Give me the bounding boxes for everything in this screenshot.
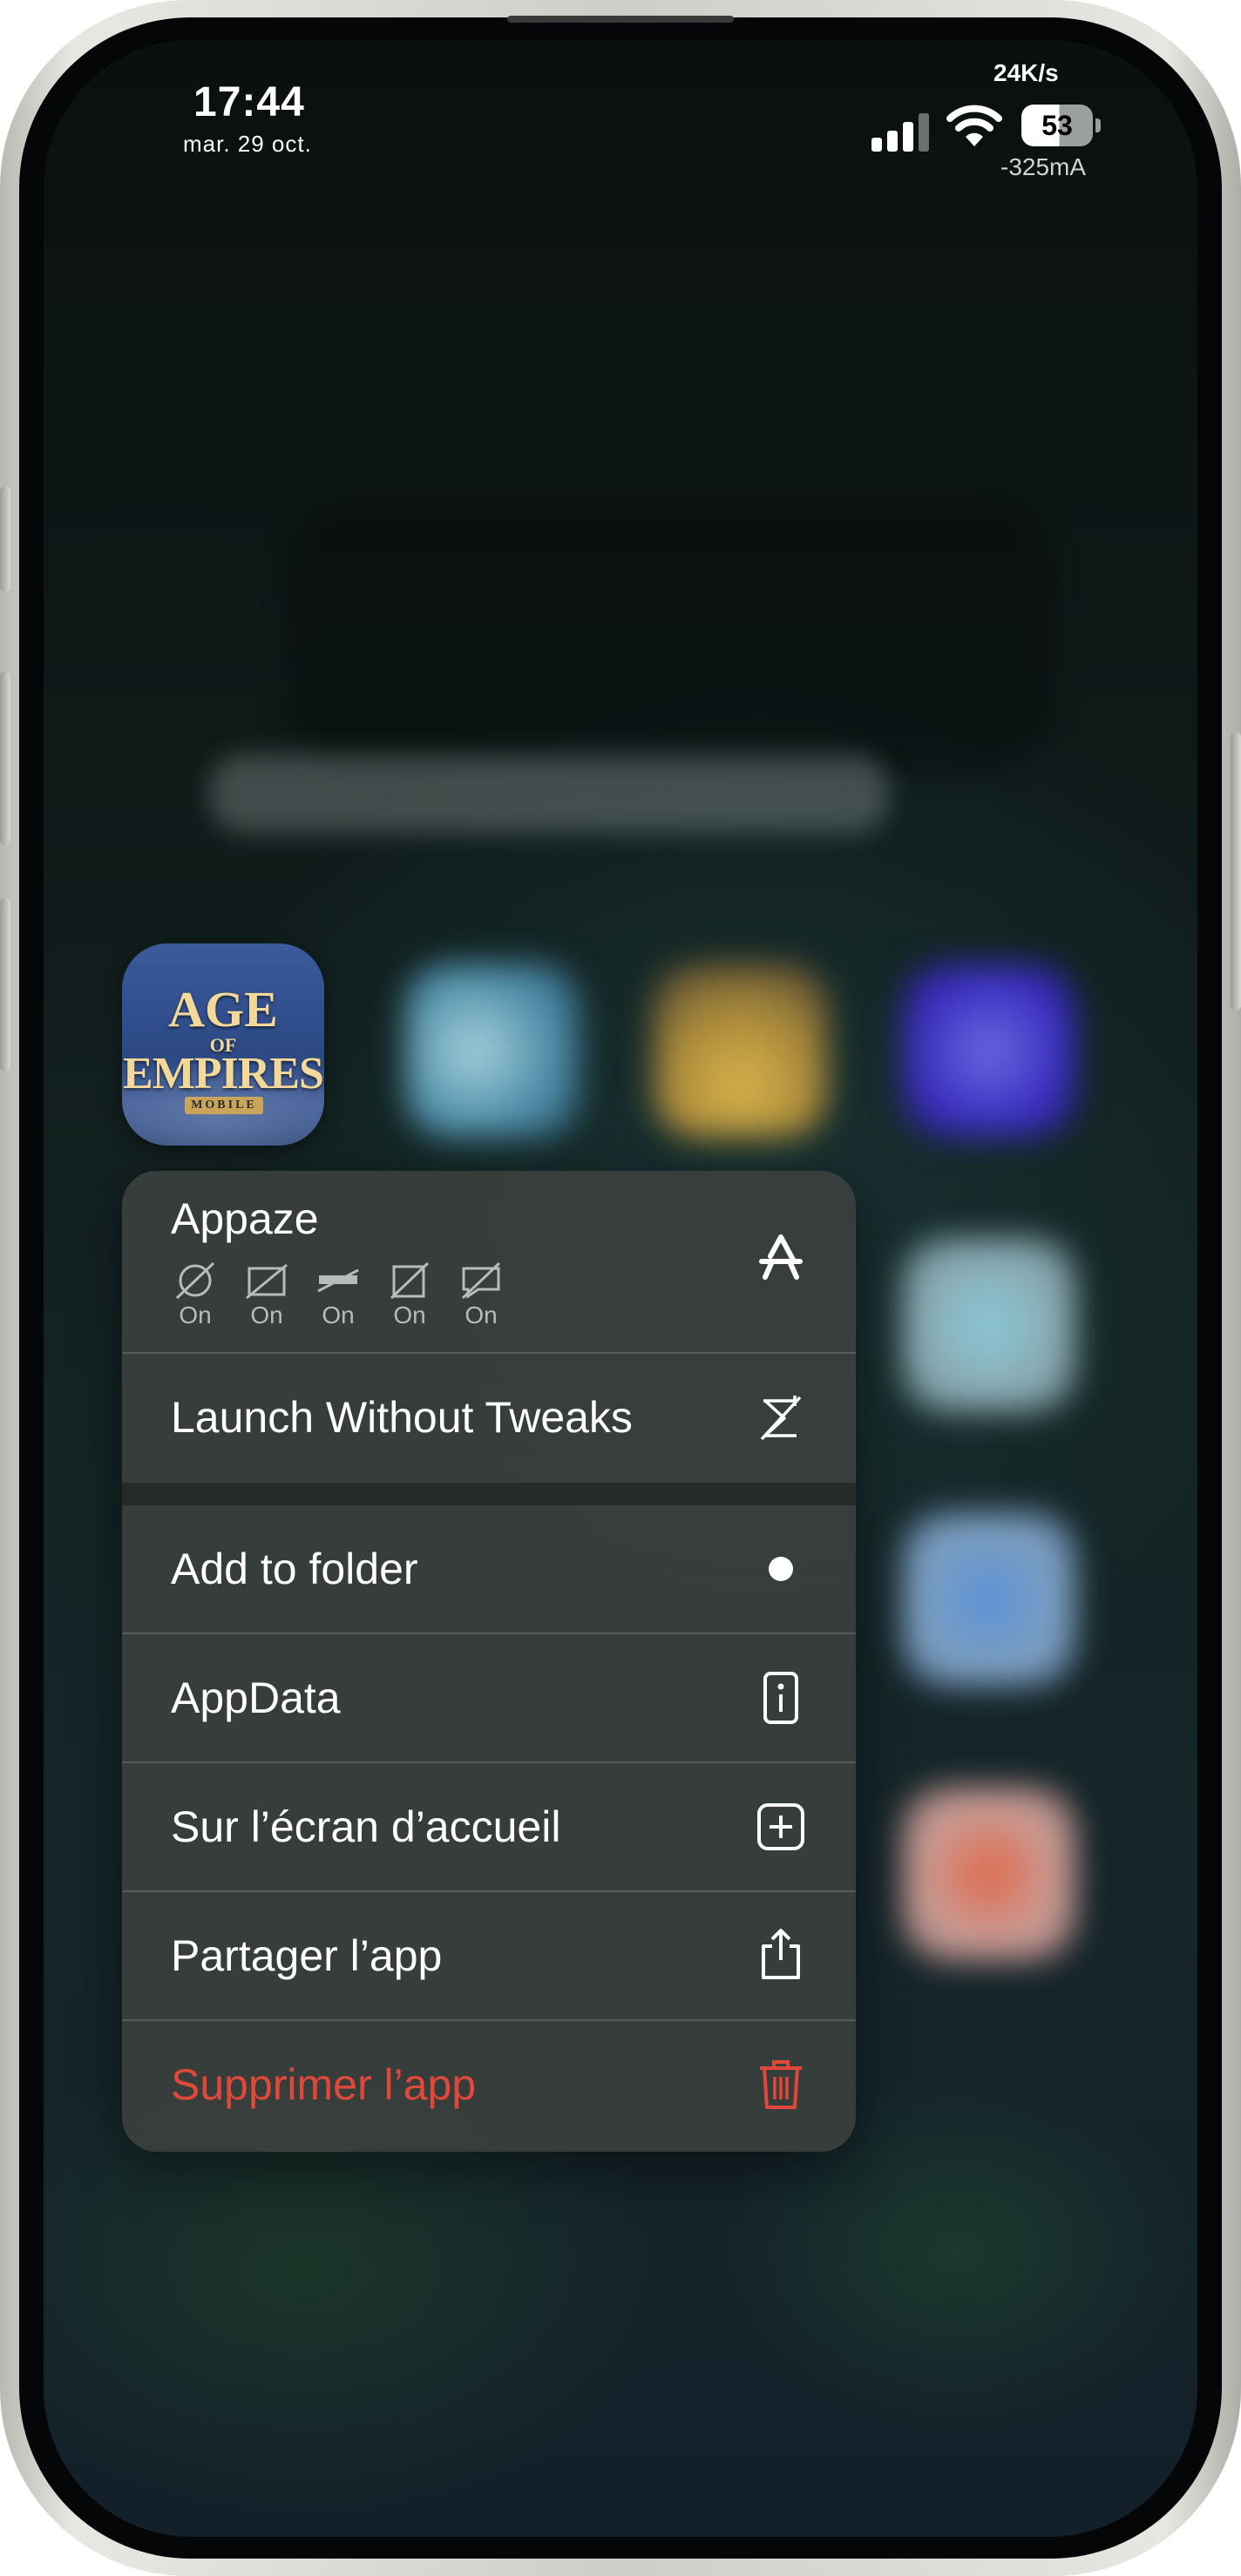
appdata-item[interactable]: AppData	[122, 1634, 856, 1761]
age-of-empires-mobile-icon[interactable]: AGE OF EMPIRES MOBILE	[122, 943, 324, 1146]
blurred-app-icon	[902, 1787, 1076, 1961]
battery-icon: 53	[1021, 105, 1101, 146]
action-button	[0, 486, 10, 592]
network-speed: 24K/s	[993, 59, 1059, 86]
launch-without-tweaks-item[interactable]: Launch Without Tweaks	[122, 1354, 856, 1483]
appaze-title: Appaze	[171, 1194, 319, 1243]
plus-square-icon	[757, 1803, 804, 1850]
status-bar: 17:44 mar. 29 oct. 24K/s 53 -325mA	[44, 40, 1197, 214]
tweak-states: On On On On On	[171, 1261, 505, 1329]
share-app-label: Partager l’app	[171, 1931, 443, 1980]
menu-group-separator	[122, 1483, 856, 1505]
status-date: mar. 29 oct.	[183, 131, 312, 157]
info-icon	[763, 1672, 798, 1724]
blurred-widget	[288, 493, 1055, 772]
tweak-state: On	[322, 1302, 355, 1329]
tweaks-off-icon	[760, 1396, 802, 1441]
tweak-toggle[interactable]: On	[171, 1261, 220, 1329]
blurred-widget-title	[209, 754, 889, 833]
delete-app-item[interactable]: Supprimer l’app	[122, 2021, 856, 2152]
app-icon-text: EMPIRES	[123, 1049, 324, 1099]
status-time: 17:44	[193, 79, 305, 125]
app-store-icon	[759, 1234, 803, 1280]
tweak-state: On	[393, 1302, 426, 1329]
blurred-app-icon	[902, 1238, 1076, 1412]
add-to-folder-label: Add to folder	[171, 1545, 418, 1593]
home-screen-label: Sur l’écran d’accueil	[171, 1802, 561, 1851]
tweak-state: On	[465, 1302, 498, 1329]
tweak-bar-off-icon	[317, 1268, 359, 1293]
battery-current: -325mA	[1000, 153, 1087, 180]
blurred-app-icon	[902, 963, 1076, 1138]
appdata-label: AppData	[171, 1673, 341, 1722]
app-icon-text: MOBILE	[185, 1097, 263, 1114]
tweak-toggle[interactable]: On	[314, 1261, 363, 1329]
dot-icon	[769, 1557, 793, 1581]
volume-down-button	[0, 897, 10, 1072]
blurred-app-icon	[902, 1512, 1076, 1687]
screen: 17:44 mar. 29 oct. 24K/s 53 -325mA AGE O…	[44, 40, 1197, 2537]
tweak-rect-off-icon	[246, 1263, 288, 1300]
tweak-state: On	[250, 1302, 283, 1329]
add-to-folder-item[interactable]: Add to folder	[122, 1505, 856, 1633]
tweak-state: On	[179, 1302, 212, 1329]
delete-app-label: Supprimer l’app	[171, 2060, 477, 2109]
battery-level: 53	[1021, 105, 1093, 146]
trash-icon	[760, 2060, 802, 2109]
share-app-item[interactable]: Partager l’app	[122, 1892, 856, 2019]
app-icon-text: AGE	[168, 981, 278, 1038]
appaze-row[interactable]: Appaze On On On On On	[122, 1171, 856, 1352]
tweak-bubble-off-icon	[461, 1261, 501, 1300]
home-screen-item[interactable]: Sur l’écran d’accueil	[122, 1763, 856, 1890]
tweak-toggle[interactable]: On	[385, 1261, 434, 1329]
tweak-circle-off-icon	[175, 1261, 215, 1300]
tweak-square-off-icon	[390, 1261, 430, 1300]
launch-without-tweaks-label: Launch Without Tweaks	[171, 1393, 633, 1442]
tweak-toggle[interactable]: On	[457, 1261, 505, 1329]
tweak-toggle[interactable]: On	[242, 1261, 291, 1329]
blurred-app-icon	[405, 963, 580, 1138]
app-context-menu: Appaze On On On On On Launch Without Twe…	[122, 1171, 856, 2152]
power-button	[1231, 732, 1241, 1011]
share-icon	[762, 1929, 800, 1979]
wifi-icon	[946, 105, 1002, 146]
dynamic-island-notch	[507, 16, 734, 23]
blurred-app-icon	[654, 963, 828, 1138]
volume-up-button	[0, 671, 10, 845]
cellular-signal-icon	[871, 110, 932, 152]
